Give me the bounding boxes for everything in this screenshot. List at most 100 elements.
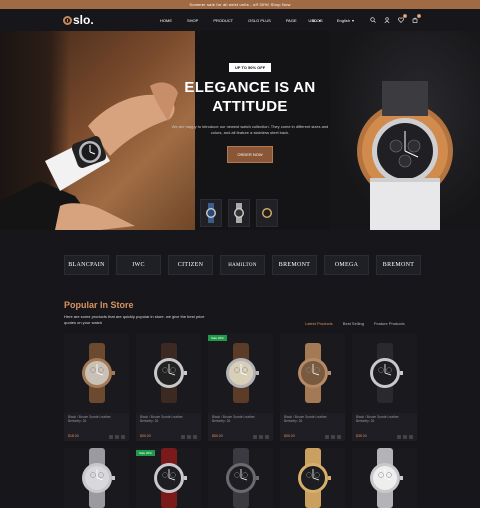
compare-icon[interactable]	[187, 435, 191, 439]
product-brand: Berkeley: 26	[68, 419, 87, 423]
product-grid: Black / Brown Suede Leather Berkeley: 26 $…	[64, 333, 417, 508]
header-actions: USD ▾ English ▾ 0 0	[308, 9, 421, 31]
wishlist-count: 0	[403, 14, 407, 18]
product-price: $18.00	[68, 434, 79, 438]
section-title: Popular In Store	[64, 300, 134, 310]
product-actions	[181, 435, 197, 439]
watch-image[interactable]	[64, 333, 129, 413]
product-brand: Berkeley: 26	[356, 419, 375, 423]
chevron-down-icon: ▾	[351, 17, 354, 23]
quick-view-icon[interactable]	[109, 435, 113, 439]
brand-hamilton[interactable]: HAMILTON	[220, 255, 265, 275]
chevron-down-icon: ▾	[318, 17, 321, 23]
watch-image[interactable]	[352, 448, 417, 508]
product-card[interactable]: Black / Brown Suede Leather Berkeley: 26 $…	[136, 333, 201, 441]
product-card[interactable]	[352, 448, 417, 508]
product-card[interactable]: Black / Brown Suede Leather Berkeley: 26 $…	[280, 333, 345, 441]
wishlist-icon[interactable]	[337, 435, 341, 439]
brand-iwc[interactable]: IWC	[116, 255, 161, 275]
product-brand: Berkeley: 26	[140, 419, 159, 423]
product-price: $90.00	[284, 434, 295, 438]
user-icon[interactable]	[384, 17, 390, 23]
hero-thumb-1[interactable]	[200, 199, 222, 227]
logo-mark-icon	[63, 15, 72, 25]
watch-image[interactable]	[64, 448, 129, 508]
product-price: $50.00	[212, 434, 223, 438]
nav-page[interactable]: PAGE	[286, 18, 300, 23]
watch-image[interactable]	[208, 333, 273, 413]
product-card[interactable]	[64, 448, 129, 508]
tab-best-selling[interactable]: Best Selling	[343, 321, 364, 326]
site-header: slo. HOME SHOP PRODUCT OSLO PLUS PAGE BL…	[0, 9, 480, 31]
brand-bremont-2[interactable]: BREMONT	[376, 255, 421, 275]
cart-icon[interactable]: 0	[412, 14, 421, 23]
product-actions	[325, 435, 341, 439]
product-meta: Black / Brown Suede Leather Berkeley: 26	[280, 413, 345, 425]
compare-icon[interactable]	[259, 435, 263, 439]
tab-latest-products[interactable]: Latest Products	[305, 321, 333, 326]
wishlist-icon[interactable]: 0	[398, 14, 407, 23]
tab-feature-products[interactable]: Feature Products	[374, 321, 405, 326]
quick-view-icon[interactable]	[325, 435, 329, 439]
hero-description: We are happy to introduce our newest wat…	[171, 124, 329, 135]
product-meta: Black / Brown Suede Leather Berkeley: 26	[64, 413, 129, 425]
cart-count: 0	[417, 14, 421, 18]
product-actions	[397, 435, 413, 439]
hero-thumbnails	[200, 199, 278, 227]
product-card[interactable]: Sale 20%	[136, 448, 201, 508]
watch-image[interactable]	[352, 333, 417, 413]
product-card[interactable]: Sale 20% Black / Brown Suede Leather Berke…	[208, 333, 273, 441]
product-meta: Black / Brown Suede Leather Berkeley: 26	[136, 413, 201, 425]
wishlist-icon[interactable]	[193, 435, 197, 439]
product-brand: Berkeley: 26	[212, 419, 231, 423]
nav-shop[interactable]: SHOP	[187, 18, 201, 23]
announcement-bar[interactable]: Summer sale for all wrist units - off 30…	[0, 0, 480, 9]
search-icon[interactable]	[370, 17, 376, 23]
product-meta: Black / Brown Suede Leather Berkeley: 26	[208, 413, 273, 425]
product-card[interactable]: Black / Brown Suede Leather Berkeley: 26 $…	[352, 333, 417, 441]
language-select[interactable]: English ▾	[337, 18, 354, 23]
announcement-text: Summer sale for all wrist units - off 30…	[189, 2, 291, 7]
watch-image[interactable]	[136, 448, 201, 508]
logo[interactable]: slo.	[63, 13, 94, 27]
hero-thumb-2[interactable]	[228, 199, 250, 227]
watch-image[interactable]	[208, 448, 273, 508]
discount-tag: UP TO 50% OFF	[228, 63, 272, 72]
wishlist-icon[interactable]	[121, 435, 125, 439]
product-brand: Berkeley: 26	[284, 419, 303, 423]
section-description: Here are some products that are quickly …	[64, 314, 205, 325]
wishlist-icon[interactable]	[265, 435, 269, 439]
compare-icon[interactable]	[403, 435, 407, 439]
brand-blancpain[interactable]: BLANCPAIN	[64, 255, 109, 275]
sale-badge: Sale 20%	[136, 450, 155, 456]
product-card[interactable]	[208, 448, 273, 508]
product-tabs: Latest Products Best Selling Feature Pro…	[305, 321, 405, 326]
product-meta: Black / Brown Suede Leather Berkeley: 26	[352, 413, 417, 425]
hero-banner: UP TO 50% OFF ELEGANCE IS AN ATTITUDE We …	[0, 31, 480, 230]
product-price: $90.00	[140, 434, 151, 438]
compare-icon[interactable]	[115, 435, 119, 439]
nav-product[interactable]: PRODUCT	[213, 18, 236, 23]
product-card[interactable]	[280, 448, 345, 508]
main-nav: HOME SHOP PRODUCT OSLO PLUS PAGE BLOG	[160, 9, 326, 31]
quick-view-icon[interactable]	[253, 435, 257, 439]
quick-view-icon[interactable]	[397, 435, 401, 439]
wishlist-icon[interactable]	[409, 435, 413, 439]
compare-icon[interactable]	[331, 435, 335, 439]
order-now-button[interactable]: ORDER NOW	[227, 146, 273, 163]
brand-citizen[interactable]: CITIZEN	[168, 255, 213, 275]
watch-image[interactable]	[136, 333, 201, 413]
nav-oslo-plus[interactable]: OSLO PLUS	[248, 18, 274, 23]
watch-image[interactable]	[280, 448, 345, 508]
brand-bremont[interactable]: BREMONT	[272, 255, 317, 275]
brand-strip: BLANCPAIN IWC CITIZEN HAMILTON BREMONT O…	[64, 255, 421, 275]
brand-omega[interactable]: OMEGA	[324, 255, 369, 275]
watch-image[interactable]	[280, 333, 345, 413]
currency-select[interactable]: USD ▾	[308, 18, 320, 23]
hero-thumb-3[interactable]	[256, 199, 278, 227]
product-actions	[109, 435, 125, 439]
nav-home[interactable]: HOME	[160, 18, 175, 23]
product-card[interactable]: Black / Brown Suede Leather Berkeley: 26 $…	[64, 333, 129, 441]
quick-view-icon[interactable]	[181, 435, 185, 439]
product-actions	[253, 435, 269, 439]
